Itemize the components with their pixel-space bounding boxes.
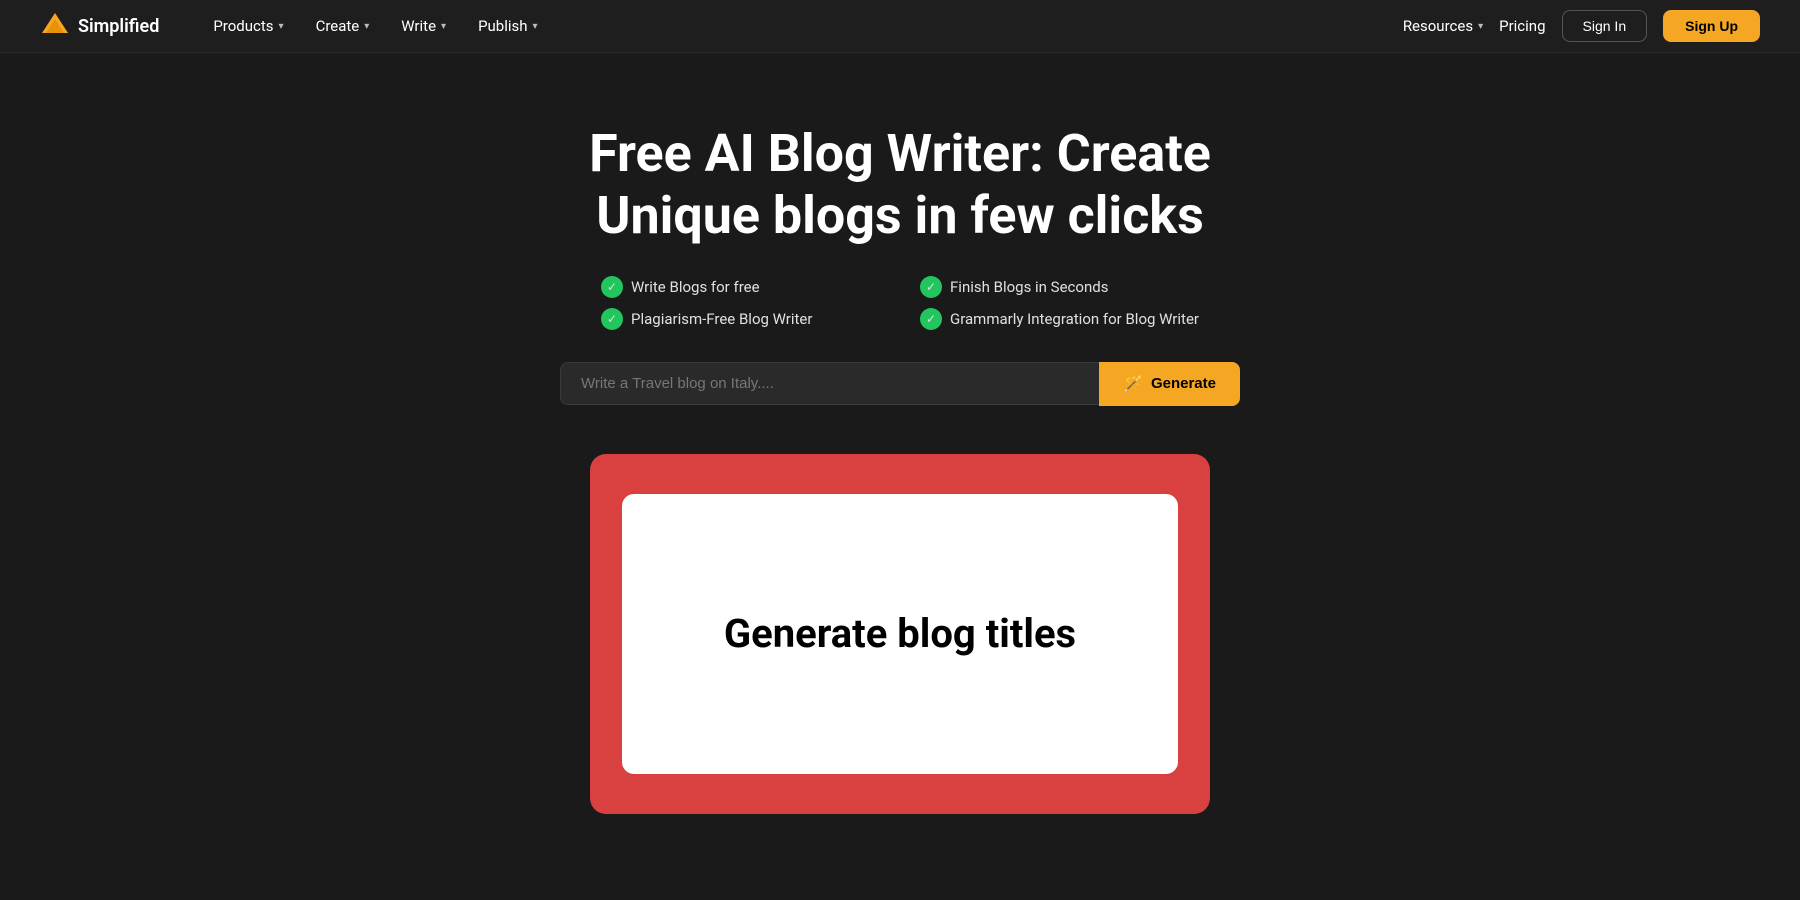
search-bar-container: 🪄 Generate	[560, 362, 1240, 406]
feature-label-4: Grammarly Integration for Blog Writer	[950, 310, 1199, 328]
resources-chevron-icon: ▾	[1478, 21, 1483, 32]
write-label: Write	[401, 17, 436, 35]
card-inner: Generate blog titles	[622, 494, 1178, 774]
logo-icon	[40, 11, 70, 41]
nav-create[interactable]: Create ▾	[302, 11, 384, 41]
nav-resources[interactable]: Resources ▾	[1403, 17, 1483, 35]
nav-right: Resources ▾ Pricing Sign In Sign Up	[1403, 10, 1760, 42]
resources-label: Resources	[1403, 17, 1473, 35]
nav-left: Products ▾ Create ▾ Write ▾ Publish ▾	[199, 11, 1402, 41]
features-grid: ✓ Write Blogs for free ✓ Finish Blogs in…	[601, 276, 1199, 330]
feature-item-2: ✓ Finish Blogs in Seconds	[920, 276, 1199, 298]
feature-item-3: ✓ Plagiarism-Free Blog Writer	[601, 308, 880, 330]
feature-item-1: ✓ Write Blogs for free	[601, 276, 880, 298]
feature-label-2: Finish Blogs in Seconds	[950, 278, 1108, 296]
create-label: Create	[316, 17, 360, 35]
create-chevron-icon: ▾	[364, 21, 369, 32]
publish-label: Publish	[478, 17, 527, 35]
navbar: Simplified Products ▾ Create ▾ Write ▾ P…	[0, 0, 1800, 53]
publish-chevron-icon: ▾	[533, 21, 538, 32]
products-chevron-icon: ▾	[279, 21, 284, 32]
main-content: Free AI Blog Writer: Create Unique blogs…	[0, 53, 1800, 814]
card-preview: Generate blog titles	[590, 454, 1210, 814]
pricing-label: Pricing	[1499, 17, 1545, 35]
card-text: Generate blog titles	[724, 610, 1076, 658]
check-icon-4: ✓	[920, 308, 942, 330]
signin-button[interactable]: Sign In	[1562, 10, 1648, 42]
nav-write[interactable]: Write ▾	[387, 11, 460, 41]
signup-button[interactable]: Sign Up	[1663, 10, 1760, 42]
generate-button[interactable]: 🪄 Generate	[1099, 362, 1240, 406]
feature-label-1: Write Blogs for free	[631, 278, 760, 296]
check-icon-2: ✓	[920, 276, 942, 298]
feature-item-4: ✓ Grammarly Integration for Blog Writer	[920, 308, 1199, 330]
feature-label-3: Plagiarism-Free Blog Writer	[631, 310, 812, 328]
check-icon-3: ✓	[601, 308, 623, 330]
check-icon-1: ✓	[601, 276, 623, 298]
logo-text: Simplified	[78, 16, 159, 37]
nav-pricing[interactable]: Pricing	[1499, 17, 1545, 35]
wand-icon: 🪄	[1123, 374, 1143, 394]
logo-link[interactable]: Simplified	[40, 11, 159, 41]
search-input[interactable]	[560, 362, 1099, 405]
generate-label: Generate	[1151, 375, 1216, 392]
nav-products[interactable]: Products ▾	[199, 11, 297, 41]
products-label: Products	[213, 17, 273, 35]
nav-publish[interactable]: Publish ▾	[464, 11, 551, 41]
hero-title: Free AI Blog Writer: Create Unique blogs…	[540, 123, 1260, 248]
write-chevron-icon: ▾	[441, 21, 446, 32]
